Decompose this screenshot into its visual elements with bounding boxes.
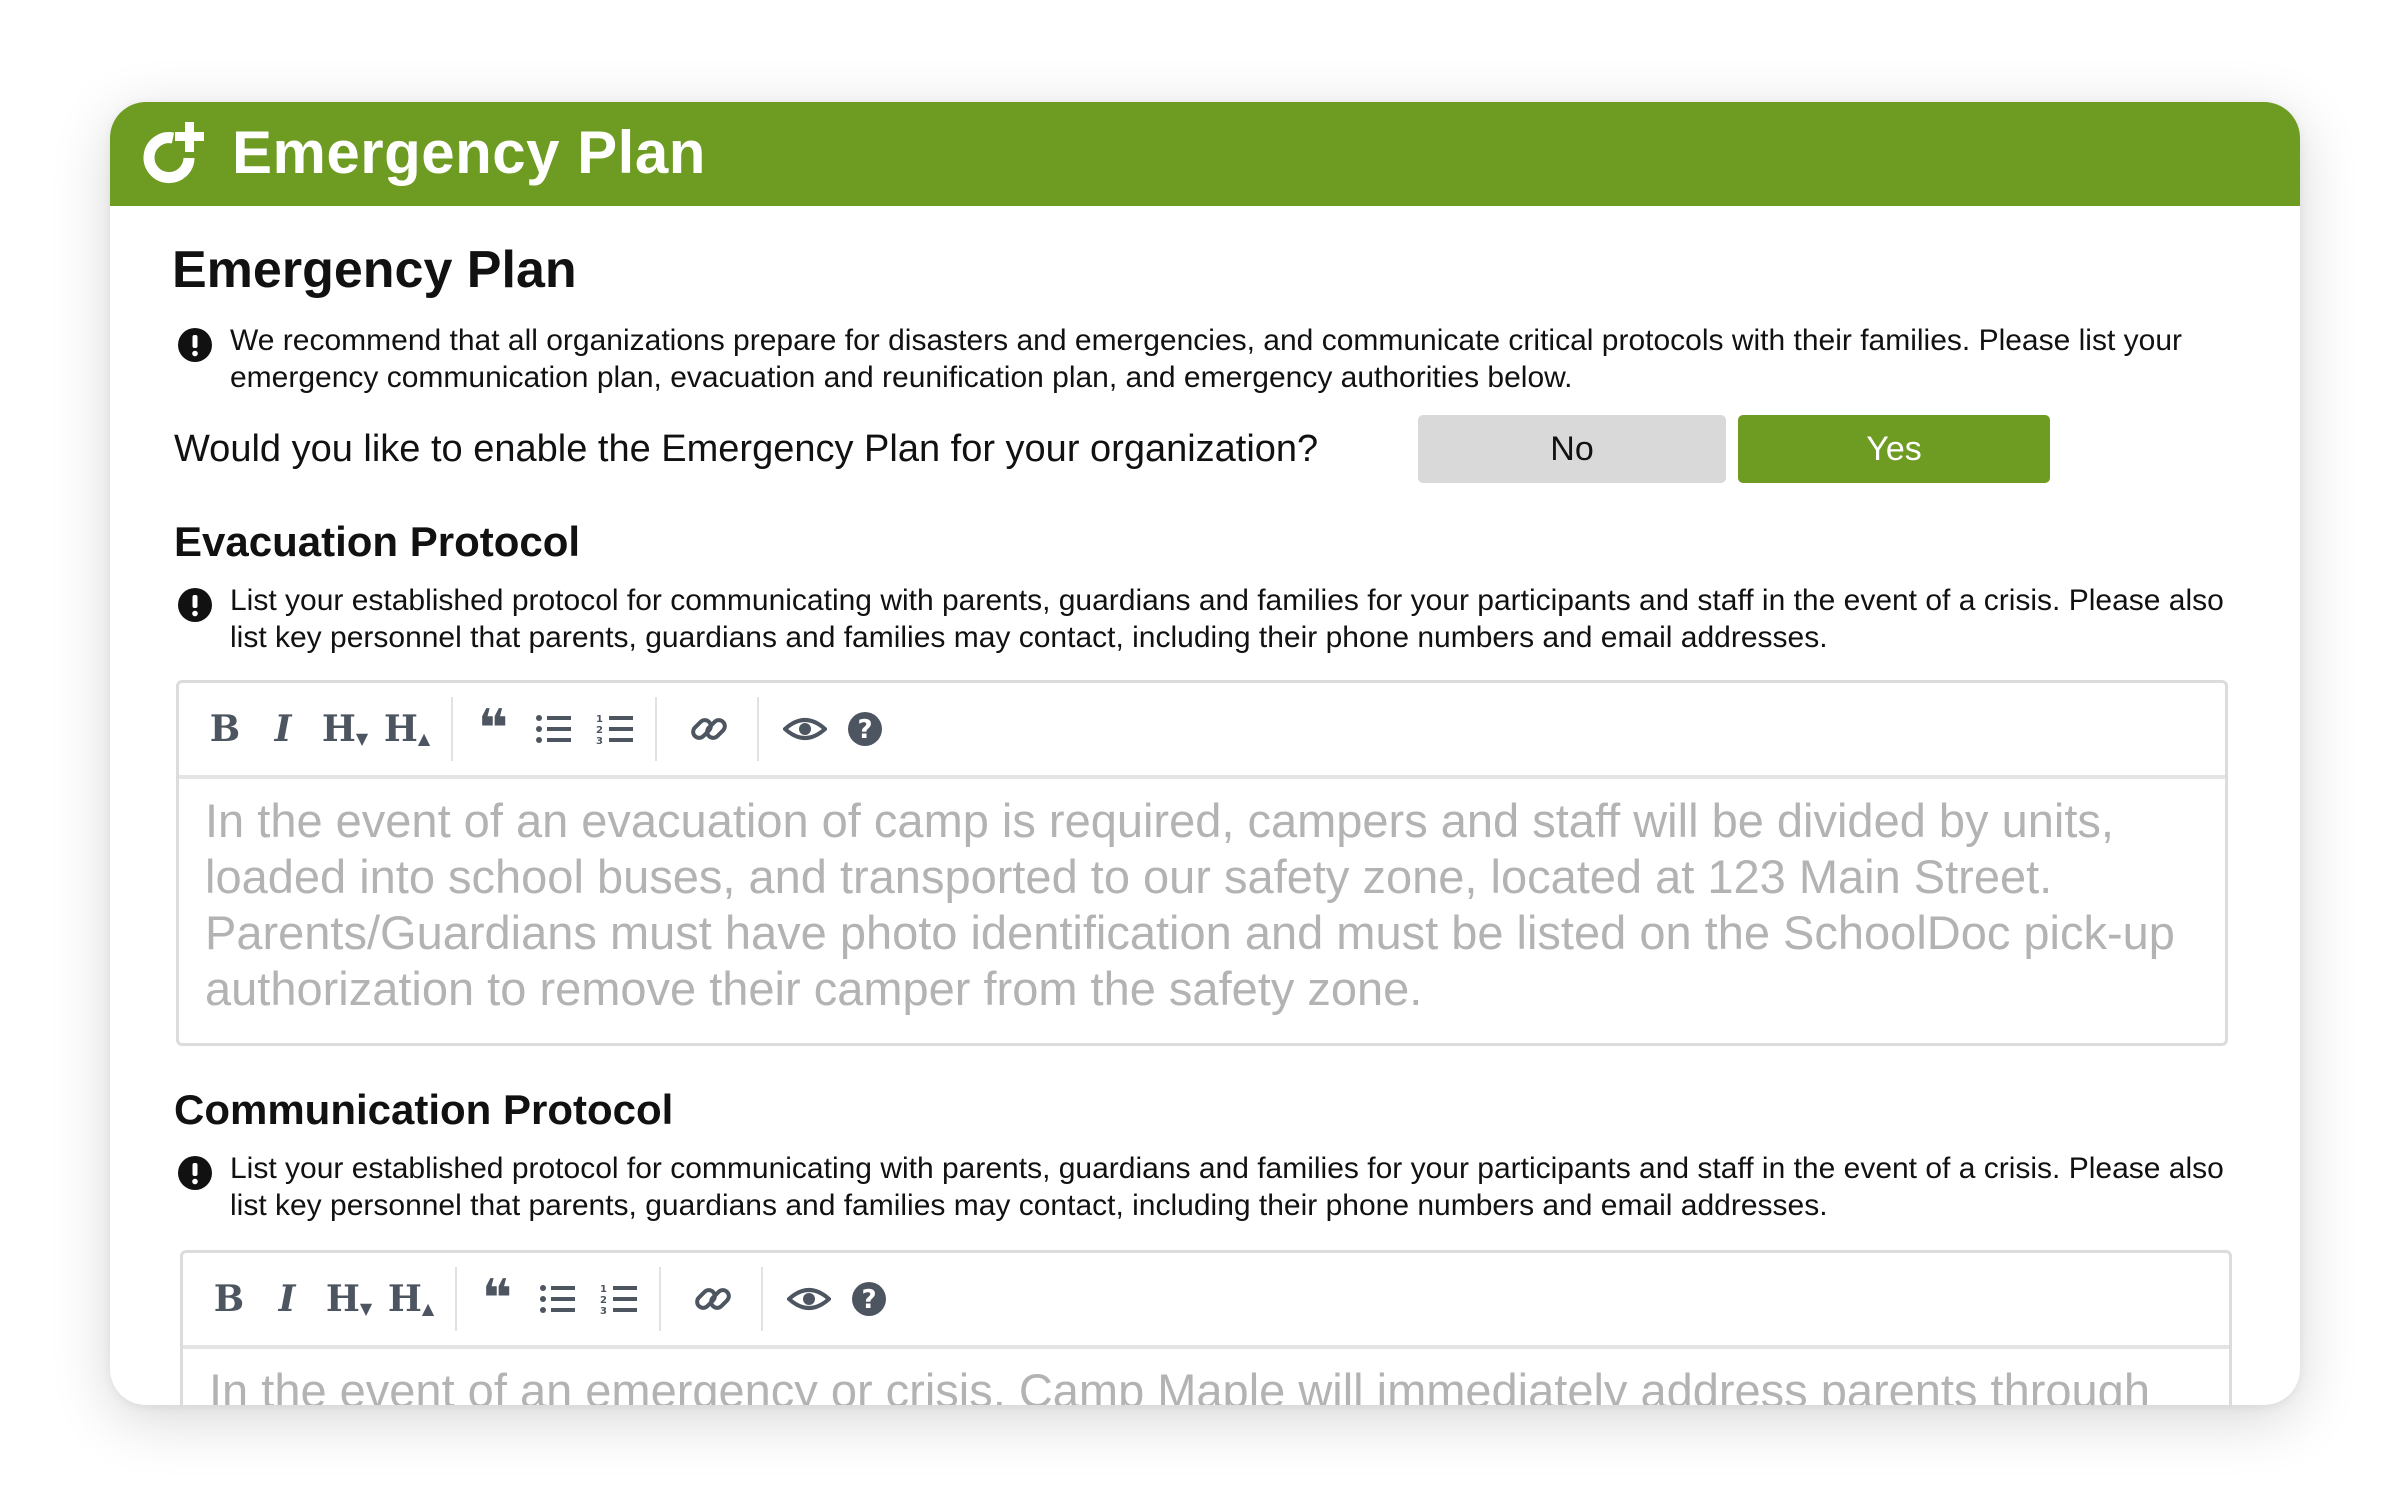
exclamation-circle-icon <box>178 328 212 362</box>
ordered-list-icon[interactable]: 1 2 3 <box>595 705 635 753</box>
unordered-list-icon[interactable] <box>537 1275 577 1323</box>
heading-smaller-label: H <box>321 708 356 750</box>
heading-smaller-icon[interactable]: H ▼ <box>321 1275 377 1323</box>
quote-icon[interactable]: ❝ <box>471 699 515 759</box>
heading-smaller-icon[interactable]: H ▼ <box>317 705 373 753</box>
communication-notice-text: List your established protocol for commu… <box>230 1152 2224 1222</box>
heading-bigger-label: H <box>387 1278 422 1320</box>
bold-icon[interactable]: B <box>205 705 245 753</box>
svg-text:3: 3 <box>596 736 603 747</box>
toggle-yes-button[interactable]: Yes <box>1738 415 2050 483</box>
heading-smaller-arrow-icon: ▼ <box>359 1298 373 1318</box>
toolbar-separator <box>655 697 657 761</box>
emergency-plan-card: Emergency Plan Emergency Plan We recomme… <box>110 102 2300 1405</box>
help-icon[interactable]: ? <box>845 705 885 753</box>
svg-text:1: 1 <box>600 1284 607 1295</box>
evacuation-editor[interactable]: B I H ▼ H ▲ ❝ 1 2 3 ? In the event of an… <box>176 680 2228 1046</box>
toggle-no-button[interactable]: No <box>1418 415 1726 483</box>
enable-question: Would you like to enable the Emergency P… <box>174 428 1319 470</box>
svg-text:?: ? <box>861 1285 876 1315</box>
heading-smaller-label: H <box>325 1278 360 1320</box>
svg-text:3: 3 <box>600 1306 607 1317</box>
svg-text:?: ? <box>857 715 872 745</box>
ordered-list-icon[interactable]: 1 2 3 <box>599 1275 639 1323</box>
communication-editor[interactable]: B I H ▼ H ▲ ❝ 1 2 3 ? In the event of an… <box>180 1250 2232 1405</box>
toolbar-separator <box>761 1267 763 1331</box>
italic-icon[interactable]: I <box>267 1275 307 1323</box>
heading-bigger-arrow-icon: ▲ <box>417 728 431 748</box>
unordered-list-icon[interactable] <box>533 705 573 753</box>
svg-text:1: 1 <box>596 714 603 725</box>
quote-icon[interactable]: ❝ <box>475 1269 519 1329</box>
preview-icon[interactable] <box>783 705 827 753</box>
heading-bigger-icon[interactable]: H ▲ <box>383 1275 439 1323</box>
header-title: Emergency Plan <box>232 119 706 186</box>
toolbar-separator <box>451 697 453 761</box>
intro-notice-text: We recommend that all organizations prep… <box>230 324 2182 394</box>
section-title-evacuation: Evacuation Protocol <box>174 518 581 565</box>
heading-bigger-arrow-icon: ▲ <box>421 1298 435 1318</box>
page-title: Emergency Plan <box>172 241 577 299</box>
card-header: Emergency Plan <box>110 102 2300 206</box>
editor-toolbar: B I H ▼ H ▲ ❝ 1 2 3 ? <box>179 683 2225 779</box>
evacuation-editor-text[interactable]: In the event of an evacuation of camp is… <box>179 779 2225 1017</box>
toolbar-separator <box>757 697 759 761</box>
heading-bigger-icon[interactable]: H ▲ <box>379 705 435 753</box>
svg-text:2: 2 <box>600 1295 607 1306</box>
italic-icon[interactable]: I <box>263 705 303 753</box>
communication-editor-text[interactable]: In the event of an emergency or crisis, … <box>183 1349 2229 1405</box>
editor-toolbar: B I H ▼ H ▲ ❝ 1 2 3 ? <box>183 1253 2229 1349</box>
preview-icon[interactable] <box>787 1275 831 1323</box>
bold-icon[interactable]: B <box>209 1275 249 1323</box>
svg-text:2: 2 <box>596 725 603 736</box>
toolbar-separator <box>659 1267 661 1331</box>
link-icon[interactable] <box>689 705 729 753</box>
exclamation-circle-icon <box>178 1156 212 1190</box>
link-icon[interactable] <box>693 1275 733 1323</box>
heading-bigger-label: H <box>383 708 418 750</box>
help-icon[interactable]: ? <box>849 1275 889 1323</box>
exclamation-circle-icon <box>178 588 212 622</box>
heading-smaller-arrow-icon: ▼ <box>355 728 369 748</box>
section-title-communication: Communication Protocol <box>174 1086 674 1133</box>
card-body: Emergency Plan We recommend that all org… <box>110 206 2300 1405</box>
toolbar-separator <box>455 1267 457 1331</box>
refresh-plus-icon <box>143 122 204 184</box>
evacuation-notice-text: List your established protocol for commu… <box>230 584 2224 654</box>
